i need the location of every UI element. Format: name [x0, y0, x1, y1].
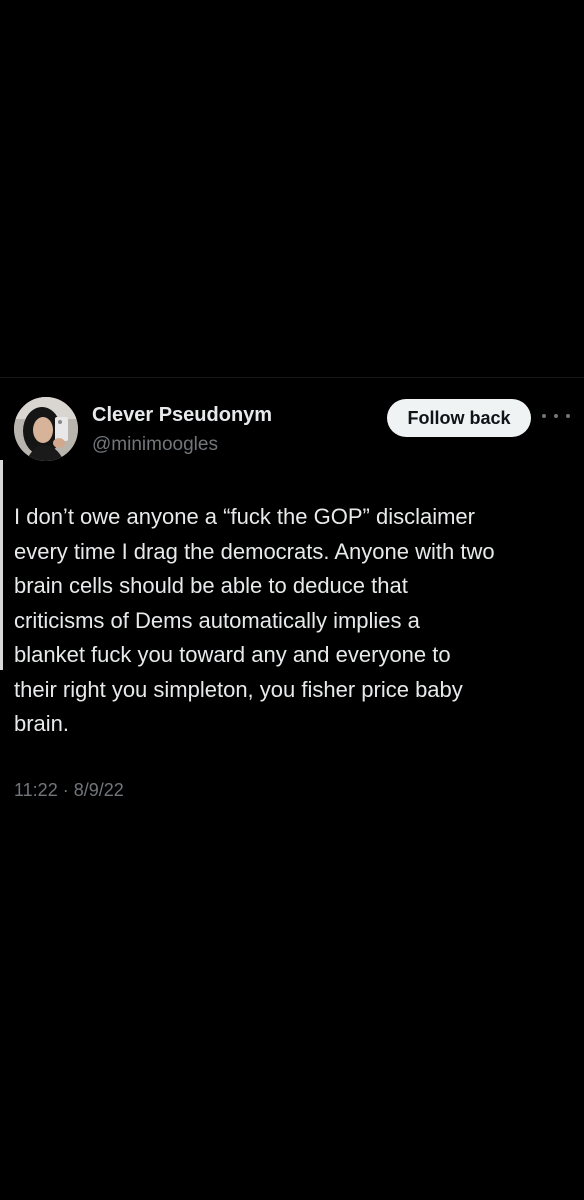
profile-photo-icon	[14, 397, 78, 461]
tweet-timestamp[interactable]: 11:22 · 8/9/22	[14, 780, 124, 801]
tweet-text-line: criticisms of Dems automatically implies…	[14, 607, 420, 633]
screen-edge-marker	[0, 460, 3, 670]
author-handle[interactable]: @minimoogles	[92, 434, 218, 456]
author-avatar[interactable]	[14, 397, 78, 461]
top-divider	[0, 377, 584, 378]
more-dot	[554, 414, 558, 418]
follow-back-button[interactable]: Follow back	[387, 399, 531, 437]
more-horizontal-icon[interactable]	[542, 408, 570, 424]
more-dot	[542, 414, 546, 418]
author-display-name[interactable]: Clever Pseudonym	[92, 404, 272, 427]
tweet-text-line: their right you simpleton, you fisher pr…	[14, 676, 463, 702]
tweet-text-line: blanket fuck you toward any and everyone…	[14, 642, 451, 667]
more-dot	[566, 414, 570, 418]
tweet-text: I don’t owe anyone a “fuck the GOP” disc…	[14, 500, 574, 742]
tweet-text-line: I don’t owe anyone a “fuck the GOP” disc…	[14, 504, 475, 529]
tweet-text-line: brain.	[14, 711, 70, 736]
tweet-text-line: brain cells should be able to deduce tha…	[14, 573, 408, 598]
tweet-text-line: every time I drag the democrats. Anyone …	[14, 538, 495, 564]
